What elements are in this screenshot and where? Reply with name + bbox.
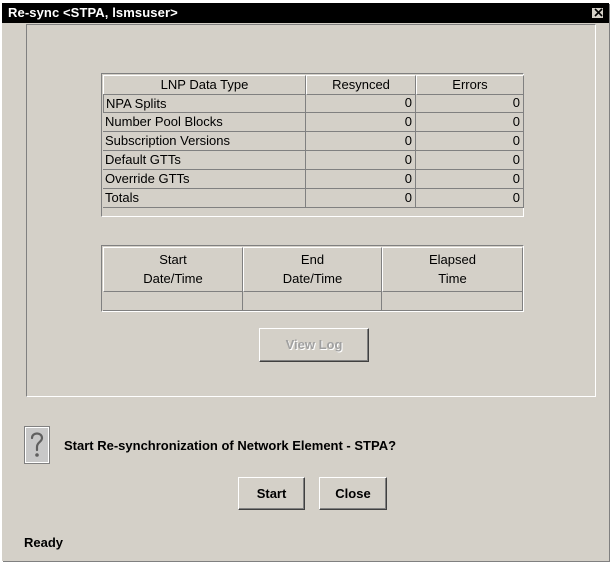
table-row[interactable]: NPA Splits 0 0: [103, 94, 524, 113]
end-date-time-cell[interactable]: [243, 292, 382, 311]
cell-errors[interactable]: 0: [416, 94, 524, 113]
header-line: Start: [159, 252, 187, 267]
start-date-time-cell[interactable]: [103, 292, 243, 311]
close-x-icon: [594, 8, 603, 17]
column-header-start-date-time[interactable]: Start Date/Time: [103, 247, 243, 292]
cell-errors[interactable]: 0: [416, 113, 524, 132]
column-header-elapsed-time[interactable]: Elapsed Time: [382, 247, 523, 292]
close-button[interactable]: Close: [319, 477, 387, 510]
header-line: Time: [438, 271, 467, 286]
column-header-end-date-time[interactable]: End Date/Time: [243, 247, 382, 292]
cell-resynced[interactable]: 0: [306, 189, 416, 208]
table-row[interactable]: Override GTTs 0 0: [103, 170, 524, 189]
cell-type[interactable]: Subscription Versions: [103, 132, 306, 151]
table-header: LNP Data Type Resynced Errors: [103, 75, 524, 95]
title-bar[interactable]: Re-sync <STPA, lsmsuser>: [2, 3, 609, 23]
cell-resynced[interactable]: 0: [306, 170, 416, 189]
start-button[interactable]: Start: [238, 477, 305, 510]
cell-errors[interactable]: 0: [416, 170, 524, 189]
table-row[interactable]: Subscription Versions 0 0: [103, 132, 524, 151]
cell-type[interactable]: Override GTTs: [103, 170, 306, 189]
cell-errors[interactable]: 0: [416, 189, 524, 208]
timing-table: Start Date/Time End Date/Time Elapsed Ti…: [101, 245, 524, 312]
table-row-totals[interactable]: Totals 0 0: [103, 189, 524, 208]
status-text: Ready: [24, 535, 64, 550]
header-line: Date/Time: [143, 271, 203, 286]
cell-resynced[interactable]: 0: [306, 151, 416, 170]
lnp-data-table: LNP Data Type Resynced Errors NPA Splits…: [101, 73, 524, 217]
cell-errors[interactable]: 0: [416, 151, 524, 170]
confirmation-message: Start Re-synchronization of Network Elem…: [64, 438, 397, 453]
close-window-button[interactable]: [591, 7, 604, 19]
cell-resynced[interactable]: 0: [306, 94, 416, 113]
column-header-errors[interactable]: Errors: [416, 75, 524, 95]
cell-type[interactable]: Number Pool Blocks: [103, 113, 306, 132]
table-row[interactable]: Default GTTs 0 0: [103, 151, 524, 170]
question-icon: [24, 426, 50, 464]
header-line: Date/Time: [282, 271, 343, 286]
header-line: Elapsed: [429, 252, 476, 267]
elapsed-time-cell[interactable]: [382, 292, 523, 311]
column-header-lnp-data-type[interactable]: LNP Data Type: [103, 75, 306, 95]
column-header-resynced[interactable]: Resynced: [306, 75, 416, 95]
view-log-button[interactable]: View Log: [259, 328, 369, 362]
window-title: Re-sync <STPA, lsmsuser>: [8, 5, 178, 20]
cell-type[interactable]: NPA Splits: [103, 94, 306, 113]
table-row[interactable]: Number Pool Blocks 0 0: [103, 113, 524, 132]
cell-type[interactable]: Default GTTs: [103, 151, 306, 170]
cell-errors[interactable]: 0: [416, 132, 524, 151]
cell-type[interactable]: Totals: [103, 189, 306, 208]
resync-dialog: Re-sync <STPA, lsmsuser> LNP Data Type R…: [2, 3, 609, 561]
cell-resynced[interactable]: 0: [306, 132, 416, 151]
cell-resynced[interactable]: 0: [306, 113, 416, 132]
header-line: End: [300, 252, 325, 267]
